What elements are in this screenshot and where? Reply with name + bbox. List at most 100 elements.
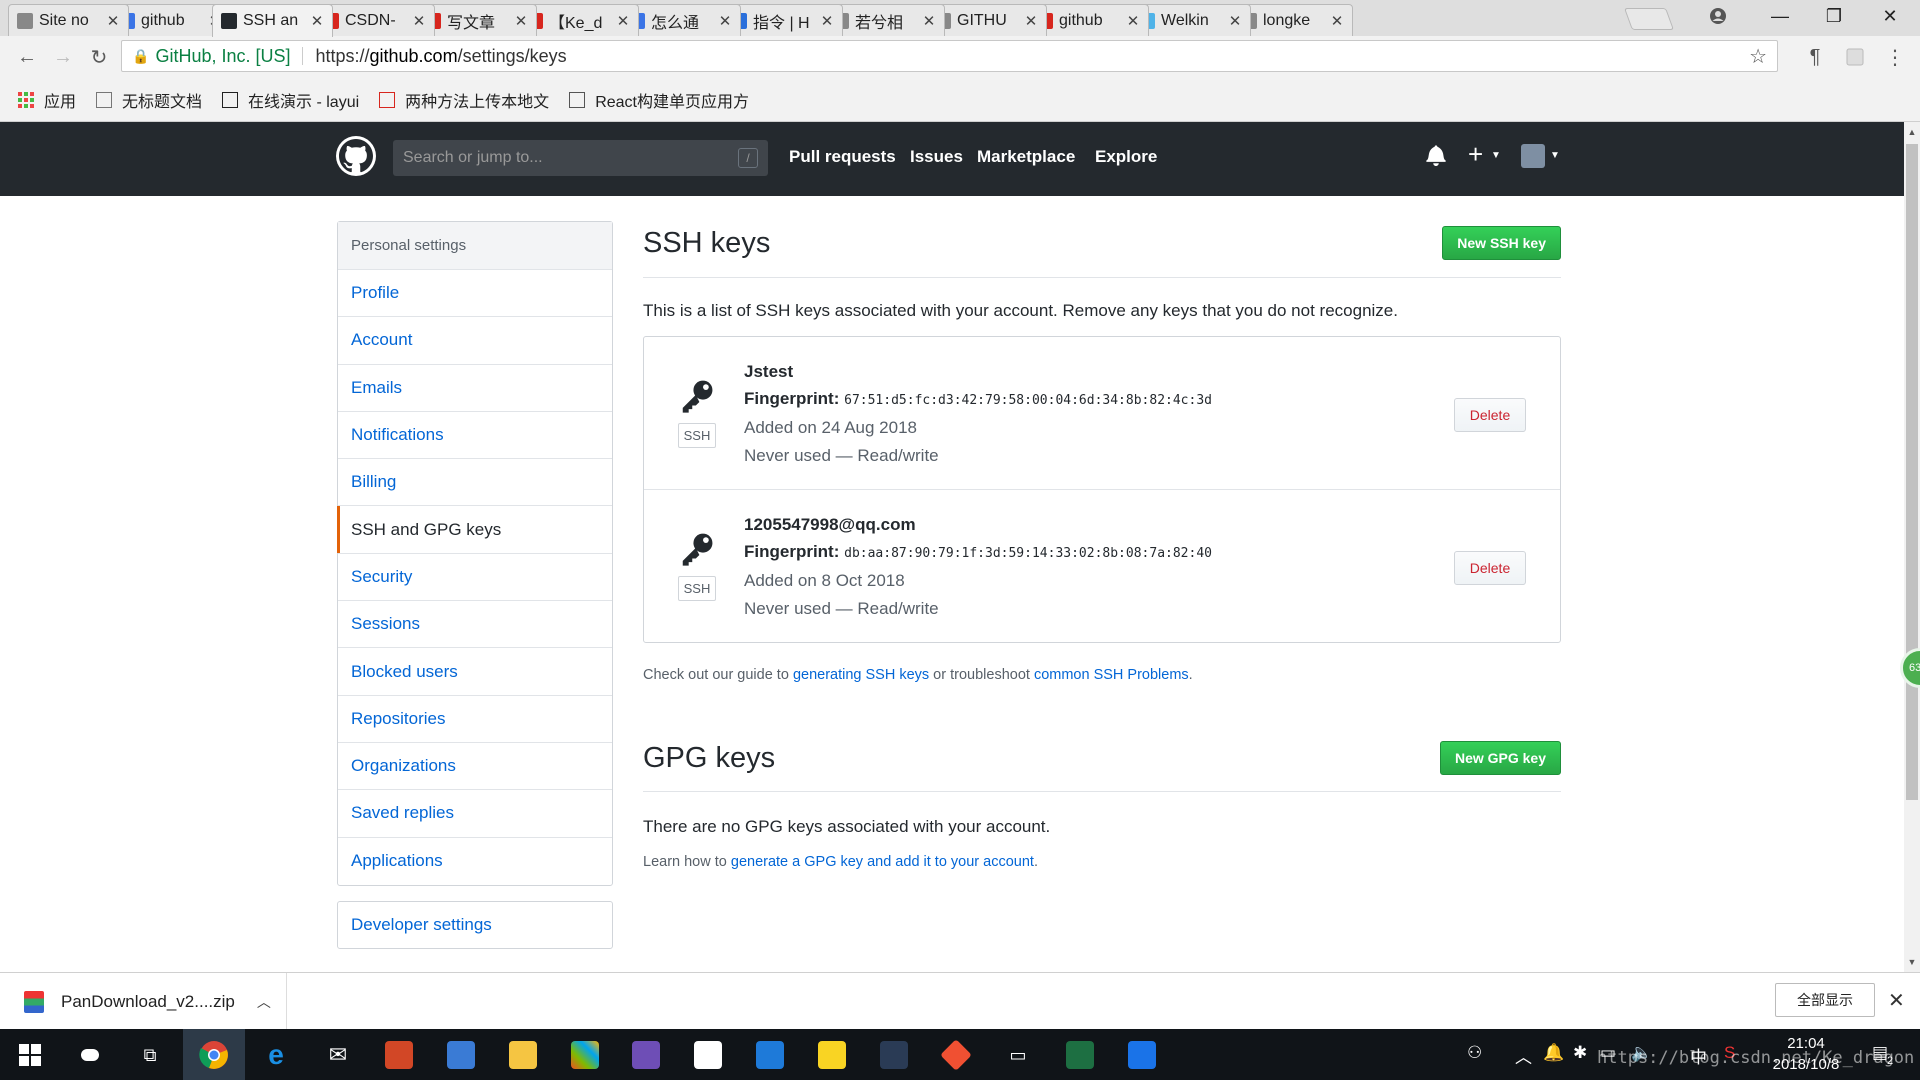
bookmark-item[interactable]: 应用	[18, 88, 76, 112]
vscode-icon[interactable]	[752, 1037, 788, 1073]
generate-gpg-key-link[interactable]: generate a GPG key and add it to your ac…	[731, 854, 1034, 870]
address-bar[interactable]: 🔒 GitHub, Inc. [US] https://github.com/s…	[121, 40, 1778, 72]
tab-close-icon[interactable]: ✕	[614, 12, 632, 30]
minimize-window-button[interactable]: —	[1756, 0, 1804, 32]
sidebar-item-billing[interactable]: Billing	[338, 459, 612, 507]
tab-close-icon[interactable]: ✕	[104, 12, 122, 30]
file-explorer-icon[interactable]	[505, 1037, 541, 1073]
bookmark-item[interactable]: 无标题文档	[96, 88, 202, 112]
github-logo-icon[interactable]	[336, 136, 376, 176]
forward-arrow-icon[interactable]: →	[48, 42, 78, 72]
sublime-script-icon[interactable]	[876, 1037, 912, 1073]
excel-icon[interactable]	[1062, 1037, 1098, 1073]
sidebar-item-emails[interactable]: Emails	[338, 365, 612, 412]
maximize-window-button[interactable]: ❐	[1810, 0, 1858, 32]
tab-close-icon[interactable]: ✕	[716, 12, 734, 30]
create-plus-icon[interactable]: +	[1468, 139, 1483, 170]
extension-icon[interactable]	[1842, 44, 1868, 70]
mail-icon[interactable]: ✉	[320, 1037, 356, 1073]
nav-issues[interactable]: Issues	[910, 147, 963, 167]
sticky-notes-icon[interactable]	[814, 1037, 850, 1073]
ssh-help-text: Check out our guide to generating SSH ke…	[643, 667, 1193, 683]
bookmark-item[interactable]: 两种方法上传本地文	[379, 88, 549, 112]
download-item[interactable]: PanDownload_v2....zip ︿	[0, 973, 287, 1030]
sidebar-item-notifications[interactable]: Notifications	[338, 412, 612, 460]
sidebar-item-saved-replies[interactable]: Saved replies	[338, 790, 612, 838]
page-scrollbar[interactable]: ▲ ▼	[1904, 122, 1920, 972]
tab-close-icon[interactable]: ✕	[308, 12, 326, 30]
tab-close-icon[interactable]: ✕	[1124, 12, 1142, 30]
tray-app-icon[interactable]: ✱	[1573, 1043, 1587, 1063]
tab-close-icon[interactable]: ✕	[818, 12, 836, 30]
tab-close-icon[interactable]: ✕	[1022, 12, 1040, 30]
menu-heading: Personal settings	[338, 222, 612, 270]
task-view-icon[interactable]: ⧉	[132, 1037, 168, 1073]
sidebar-item-security[interactable]: Security	[338, 554, 612, 602]
common-ssh-problems-link[interactable]: common SSH Problems	[1034, 667, 1189, 683]
github-search-input[interactable]: Search or jump to... /	[393, 140, 768, 176]
sidebar-item-organizations[interactable]: Organizations	[338, 743, 612, 791]
sidebar-item-sessions[interactable]: Sessions	[338, 601, 612, 649]
browser-tab[interactable]: Site no ✕	[8, 4, 129, 36]
close-download-bar-icon[interactable]: ✕	[1888, 988, 1905, 1013]
computer-icon[interactable]	[443, 1037, 479, 1073]
generating-ssh-keys-link[interactable]: generating SSH keys	[793, 667, 929, 683]
notifications-bell-icon[interactable]	[1426, 144, 1446, 172]
scroll-down-arrow-icon[interactable]: ▼	[1904, 954, 1920, 970]
pilcrow-extension-icon[interactable]: ¶	[1802, 44, 1828, 70]
windows-start-icon[interactable]	[12, 1037, 48, 1073]
floating-widget-badge[interactable]: 63	[1900, 648, 1920, 688]
create-dropdown-caret-icon[interactable]: ▼	[1491, 150, 1501, 161]
powerpoint-icon[interactable]	[381, 1037, 417, 1073]
scrollbar-thumb[interactable]	[1906, 144, 1918, 800]
delete-ssh-key-button[interactable]: Delete	[1454, 551, 1526, 585]
sidebar-item-repositories[interactable]: Repositories	[338, 696, 612, 743]
baidu-netdisk-icon[interactable]	[690, 1037, 726, 1073]
avatar-dropdown-caret-icon[interactable]: ▼	[1550, 150, 1560, 161]
git-icon[interactable]	[938, 1037, 974, 1073]
avatar[interactable]	[1521, 144, 1545, 168]
menu-kebab-icon[interactable]: ⋮	[1882, 44, 1908, 70]
tray-bell-icon[interactable]: 🔔	[1543, 1043, 1564, 1063]
developer-settings-link[interactable]: Developer settings	[337, 901, 613, 949]
people-icon[interactable]: ⚇	[1467, 1043, 1482, 1063]
bookmark-item[interactable]: React构建单页应用方	[569, 88, 749, 112]
visual-studio-purple-icon[interactable]	[628, 1037, 664, 1073]
csdn-icon	[379, 91, 396, 108]
bookmark-item[interactable]: 在线演示 - layui	[222, 88, 359, 112]
browser-tab[interactable]: SSH an ✕	[212, 4, 333, 37]
terminal-icon[interactable]: ▭	[1000, 1037, 1036, 1073]
bookmark-star-icon[interactable]: ☆	[1749, 44, 1767, 69]
tab-close-icon[interactable]: ✕	[1328, 12, 1346, 30]
nav-explore[interactable]: Explore	[1095, 147, 1157, 167]
chrome-taskbar-icon[interactable]	[183, 1029, 245, 1080]
cortana-icon[interactable]	[72, 1037, 108, 1073]
sidebar-item-profile[interactable]: Profile	[338, 270, 612, 318]
scroll-up-arrow-icon[interactable]: ▲	[1904, 124, 1920, 140]
sidebar-item-ssh-and-gpg-keys[interactable]: SSH and GPG keys	[337, 506, 612, 554]
tab-close-icon[interactable]: ✕	[1226, 12, 1244, 30]
new-gpg-key-button[interactable]: New GPG key	[1439, 741, 1561, 775]
close-window-button[interactable]: ✕	[1866, 0, 1914, 32]
tab-close-icon[interactable]: ✕	[512, 12, 530, 30]
sidebar-item-blocked-users[interactable]: Blocked users	[338, 648, 612, 696]
photos-app-icon[interactable]	[567, 1037, 603, 1073]
nav-pull-requests[interactable]: Pull requests	[789, 147, 896, 167]
sidebar-item-account[interactable]: Account	[338, 317, 612, 365]
sidebar-item-applications[interactable]: Applications	[338, 838, 612, 885]
tab-close-icon[interactable]: ✕	[920, 12, 938, 30]
nav-marketplace[interactable]: Marketplace	[977, 147, 1075, 167]
tab-close-icon[interactable]: ✕	[410, 12, 428, 30]
new-tab-button[interactable]	[1623, 8, 1675, 30]
new-ssh-key-button[interactable]: New SSH key	[1442, 226, 1561, 260]
show-all-downloads-button[interactable]: 全部显示	[1775, 983, 1875, 1017]
profile-icon[interactable]	[1694, 0, 1742, 32]
reload-icon[interactable]: ↻	[84, 42, 114, 72]
chevron-up-icon[interactable]: ︿	[257, 992, 271, 1012]
pinned-app-icon[interactable]	[1124, 1037, 1160, 1073]
tray-chevron-up-icon[interactable]: ︿	[1515, 1043, 1532, 1068]
edge-icon[interactable]: e	[258, 1037, 294, 1073]
delete-ssh-key-button[interactable]: Delete	[1454, 398, 1526, 432]
back-arrow-icon[interactable]: ←	[12, 42, 42, 72]
bookmark-label: 无标题文档	[122, 93, 203, 111]
